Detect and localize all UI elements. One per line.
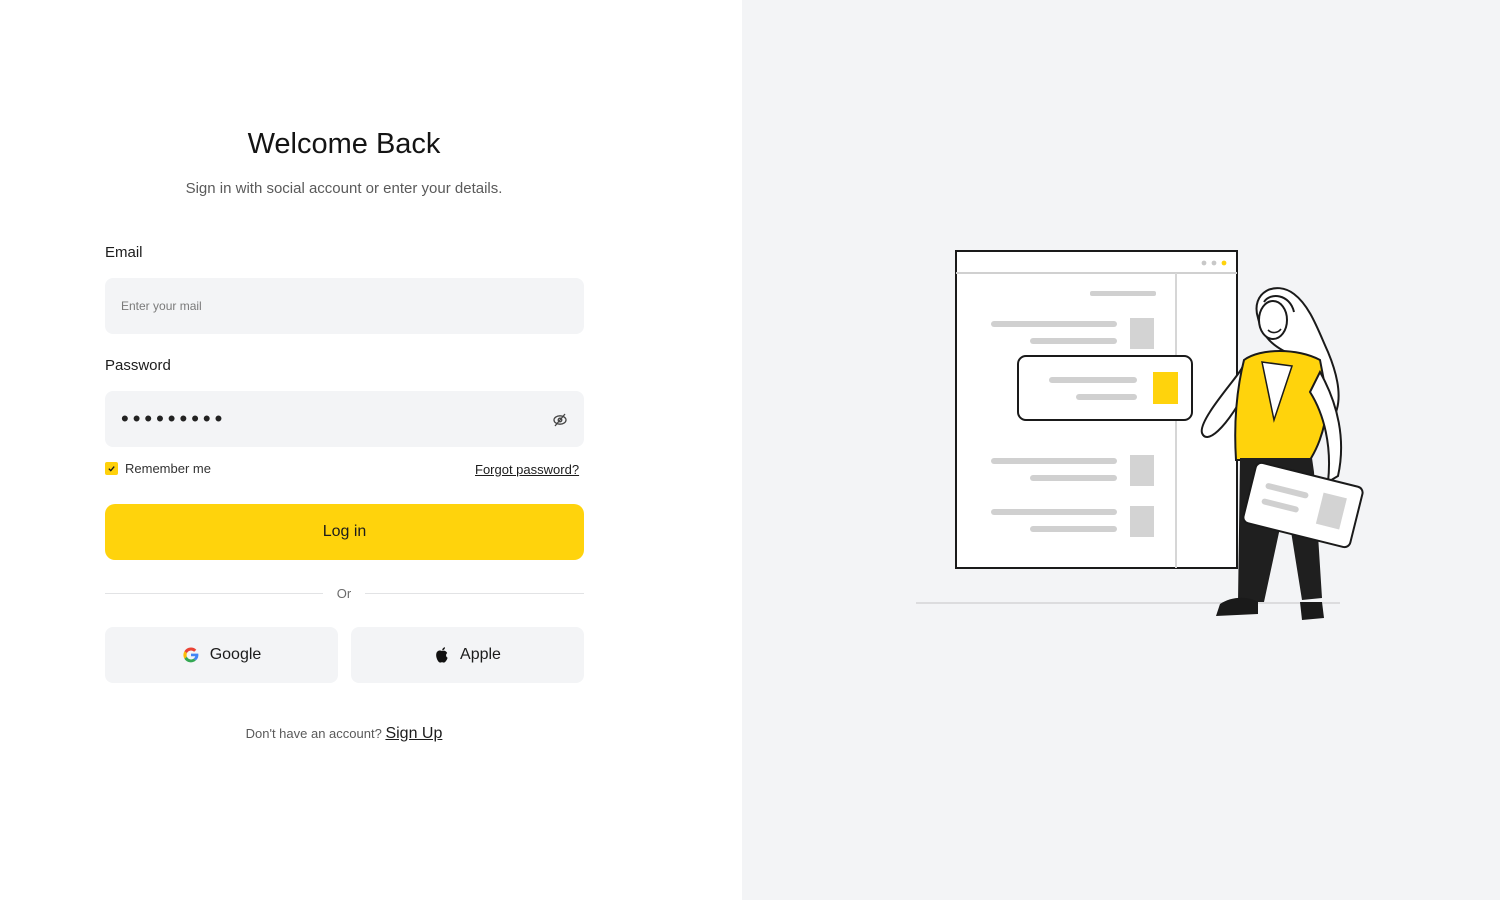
divider-or: Or bbox=[336, 586, 352, 601]
login-panel: Welcome Back Sign in with social account… bbox=[0, 0, 742, 900]
email-field[interactable] bbox=[105, 278, 584, 334]
email-label: Email bbox=[105, 244, 143, 261]
signup-prompt: Don't have an account? bbox=[245, 726, 382, 741]
illustration-panel bbox=[742, 0, 1500, 900]
password-label: Password bbox=[105, 357, 171, 374]
apple-logo-icon bbox=[436, 647, 448, 663]
apple-login-button[interactable]: Apple bbox=[351, 627, 584, 683]
checkbox-checked[interactable] bbox=[105, 462, 118, 475]
apple-label: Apple bbox=[460, 646, 501, 663]
signup-row: Don't have an account? Sign Up bbox=[0, 725, 688, 743]
page-subtitle: Sign in with social account or enter you… bbox=[185, 180, 503, 197]
google-label: Google bbox=[209, 646, 262, 663]
password-field[interactable] bbox=[105, 391, 584, 447]
forgot-password-link[interactable]: Forgot password? bbox=[475, 462, 579, 477]
login-button[interactable]: Log in bbox=[105, 504, 584, 560]
eye-off-icon bbox=[553, 413, 567, 427]
divider-line-right bbox=[365, 593, 584, 594]
illustration-woman-with-browser bbox=[916, 250, 1364, 620]
page-title: Welcome Back bbox=[247, 128, 441, 160]
check-icon bbox=[108, 466, 115, 472]
remember-me-label: Remember me bbox=[125, 461, 211, 476]
signup-link[interactable]: Sign Up bbox=[385, 725, 442, 742]
google-login-button[interactable]: Google bbox=[105, 627, 338, 683]
remember-me-checkbox[interactable]: Remember me bbox=[105, 461, 211, 476]
google-logo-icon bbox=[183, 647, 199, 663]
password-visibility-toggle[interactable] bbox=[548, 408, 572, 432]
